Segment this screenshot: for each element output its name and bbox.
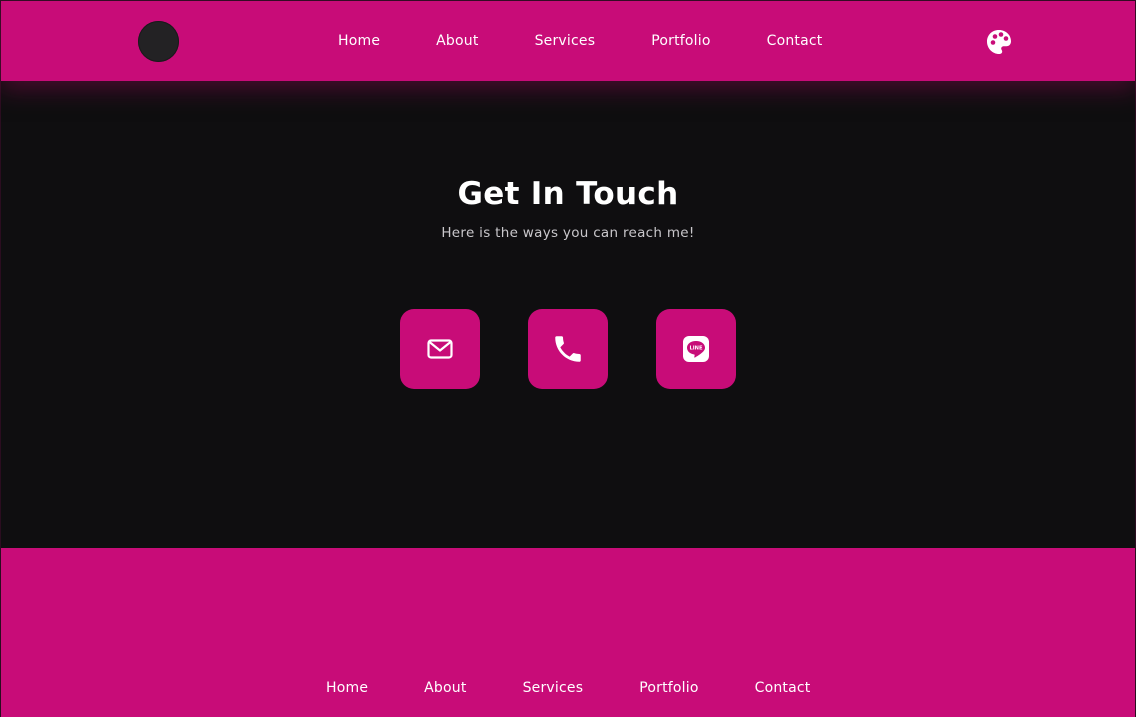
line-icon: LINE <box>683 336 709 362</box>
footer-nav: Home About Services Portfolio Contact <box>326 668 810 708</box>
nav-about[interactable]: About <box>436 33 478 49</box>
line-button[interactable]: LINE <box>656 309 736 389</box>
nav-contact[interactable]: Contact <box>767 33 823 49</box>
phone-icon <box>555 336 581 362</box>
logo-avatar[interactable] <box>138 21 179 62</box>
nav-portfolio[interactable]: Portfolio <box>651 33 710 49</box>
svg-text:LINE: LINE <box>689 345 703 351</box>
footer: Home About Services Portfolio Contact <box>1 548 1135 717</box>
footer-nav-about[interactable]: About <box>424 680 466 696</box>
palette-icon <box>987 30 1011 54</box>
palette-button[interactable] <box>985 28 1013 56</box>
email-icon <box>427 339 453 359</box>
nav-services[interactable]: Services <box>535 33 596 49</box>
page-subtitle: Here is the ways you can reach me! <box>441 225 695 241</box>
nav-home[interactable]: Home <box>338 33 380 49</box>
footer-nav-home[interactable]: Home <box>326 680 368 696</box>
header-nav: Home About Services Portfolio Contact <box>338 1 822 81</box>
page: Home About Services Portfolio Contact Ge… <box>0 0 1136 717</box>
header: Home About Services Portfolio Contact <box>1 1 1135 81</box>
phone-button[interactable] <box>528 309 608 389</box>
page-title: Get In Touch <box>457 176 679 212</box>
email-button[interactable] <box>400 309 480 389</box>
footer-nav-contact[interactable]: Contact <box>755 680 811 696</box>
footer-nav-portfolio[interactable]: Portfolio <box>639 680 698 696</box>
footer-nav-services[interactable]: Services <box>523 680 584 696</box>
main-section: Get In Touch Here is the ways you can re… <box>1 81 1135 548</box>
